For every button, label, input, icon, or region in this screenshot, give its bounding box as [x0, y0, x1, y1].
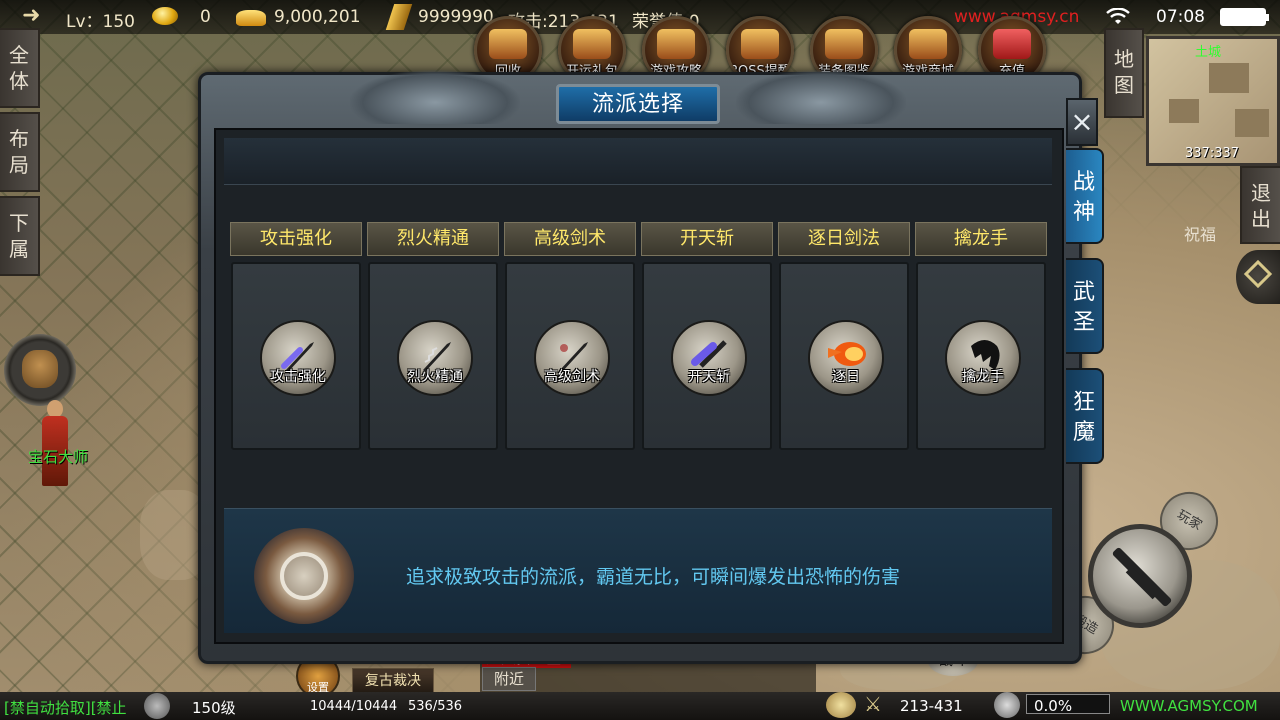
- minimap-coordinates: 337:337: [1185, 146, 1240, 161]
- expand-arrow-icon[interactable]: ➜: [22, 4, 46, 28]
- channel-all-button[interactable]: 全体: [0, 28, 40, 108]
- level-badge-icon: [144, 693, 170, 719]
- faction-description: 追求极致攻击的流派，霸道无比，可瞬间爆发出恐怖的伤害: [406, 566, 901, 588]
- close-button[interactable]: ×: [1066, 98, 1098, 146]
- wifi-icon: [1106, 8, 1130, 24]
- skill-header-sky-splitter: 开天斩: [641, 222, 773, 256]
- player-level-badge: 150级: [192, 699, 236, 717]
- gold-coin-icon: [152, 6, 178, 26]
- faction-emblem-icon: [254, 528, 354, 624]
- ingot-icon: [236, 8, 266, 28]
- skill-header-blaze-mastery: 烈火精通: [367, 222, 499, 256]
- npc-name-label: 宝石大师: [28, 448, 89, 466]
- attack-value: 213-431: [900, 697, 963, 715]
- player-level: Lv：150: [66, 12, 135, 32]
- exit-button[interactable]: 退出: [1240, 166, 1280, 244]
- exp-percent: 0.0%: [1034, 697, 1073, 715]
- mp-value: 536/536: [408, 699, 463, 714]
- gift-box-icon: [993, 29, 1031, 59]
- skill-orb: 高级剑术: [534, 320, 610, 396]
- dragon-ornament-left-icon: [350, 70, 520, 124]
- battery-icon: [1220, 8, 1269, 26]
- ingot-amount: 9,000,201: [274, 7, 361, 27]
- tab-mad-demon[interactable]: 狂魔: [1066, 368, 1104, 464]
- layout-button[interactable]: 布局: [0, 112, 40, 192]
- map-button[interactable]: 地图: [1104, 28, 1144, 118]
- skill-orb: 逐日: [808, 320, 884, 396]
- diamond-menu-button[interactable]: [1236, 250, 1280, 304]
- shop-chest-icon: [909, 29, 947, 59]
- skill-orb: 擒龙手: [945, 320, 1021, 396]
- tab-war-god[interactable]: 战神: [1066, 148, 1104, 244]
- gold-amount: 0: [200, 7, 211, 27]
- tab-martial-saint[interactable]: 武圣: [1066, 258, 1104, 354]
- target-portrait[interactable]: [4, 334, 76, 406]
- nearby-tab[interactable]: 附近: [482, 667, 536, 691]
- skill-orb: 烈火精通: [397, 320, 473, 396]
- skill-header-dragon-grip: 擒龙手: [915, 222, 1047, 256]
- retro-judgment-button[interactable]: 复古裁决: [352, 668, 434, 694]
- skill-card-dragon-grip[interactable]: 擒龙手: [916, 262, 1046, 450]
- attack-button[interactable]: [1088, 524, 1192, 628]
- atlas-icon: [825, 29, 863, 59]
- dialog-header-strip: [224, 138, 1052, 185]
- minimap-city-label: 土城: [1195, 45, 1222, 60]
- scroll-icon: [385, 4, 413, 30]
- dialog-title: 流派选择: [556, 84, 720, 124]
- gift-icon: [573, 29, 611, 59]
- chat-bubble-icon[interactable]: [826, 692, 856, 718]
- minimap[interactable]: 土城 337:337: [1146, 36, 1280, 166]
- skill-header-sun-chaser: 逐日剑法: [778, 222, 910, 256]
- book-icon: [657, 29, 695, 59]
- auto-pickup-toggle[interactable]: [禁自动拾取][禁止: [4, 697, 127, 718]
- bless-button[interactable]: 祝福: [1170, 185, 1230, 245]
- skill-header-advanced-swordplay: 高级剑术: [504, 222, 636, 256]
- dragon-ornament-right-icon: [736, 70, 906, 124]
- skill-card-blaze-mastery[interactable]: 烈火精通: [368, 262, 498, 450]
- skill-card-advanced-swordplay[interactable]: 高级剑术: [505, 262, 635, 450]
- scroll-amount: 9999990: [418, 7, 494, 27]
- skill-card-attack-boost[interactable]: 攻击强化: [231, 262, 361, 450]
- crossed-swords-icon[interactable]: ⚔: [864, 692, 888, 718]
- skill-card-sky-splitter[interactable]: 开天斩: [642, 262, 772, 450]
- npc-face-icon: [22, 350, 58, 388]
- diamond-icon: [1243, 259, 1273, 289]
- exp-orb-icon: [994, 692, 1020, 718]
- skill-orb: 开天斩: [671, 320, 747, 396]
- site-watermark: WWW.AGMSY.COM: [1120, 697, 1258, 715]
- skill-orb: 攻击强化: [260, 320, 336, 396]
- bottom-status-bar: [禁自动拾取][禁止 150级 10444/10444 536/536 ⚔ 21…: [0, 692, 1280, 720]
- hp-value: 10444/10444: [310, 699, 398, 714]
- boss-helmet-icon: [741, 29, 779, 59]
- treasure-chest-icon: [489, 29, 527, 59]
- skill-header-attack-boost: 攻击强化: [230, 222, 362, 256]
- clock: 07:08: [1156, 7, 1205, 27]
- subordinate-button[interactable]: 下属: [0, 196, 40, 276]
- status-bar: ➜ Lv：150 0 9,000,201 9999990 攻击:213-431 …: [0, 0, 1280, 34]
- skill-card-sun-chaser[interactable]: 逐日: [779, 262, 909, 450]
